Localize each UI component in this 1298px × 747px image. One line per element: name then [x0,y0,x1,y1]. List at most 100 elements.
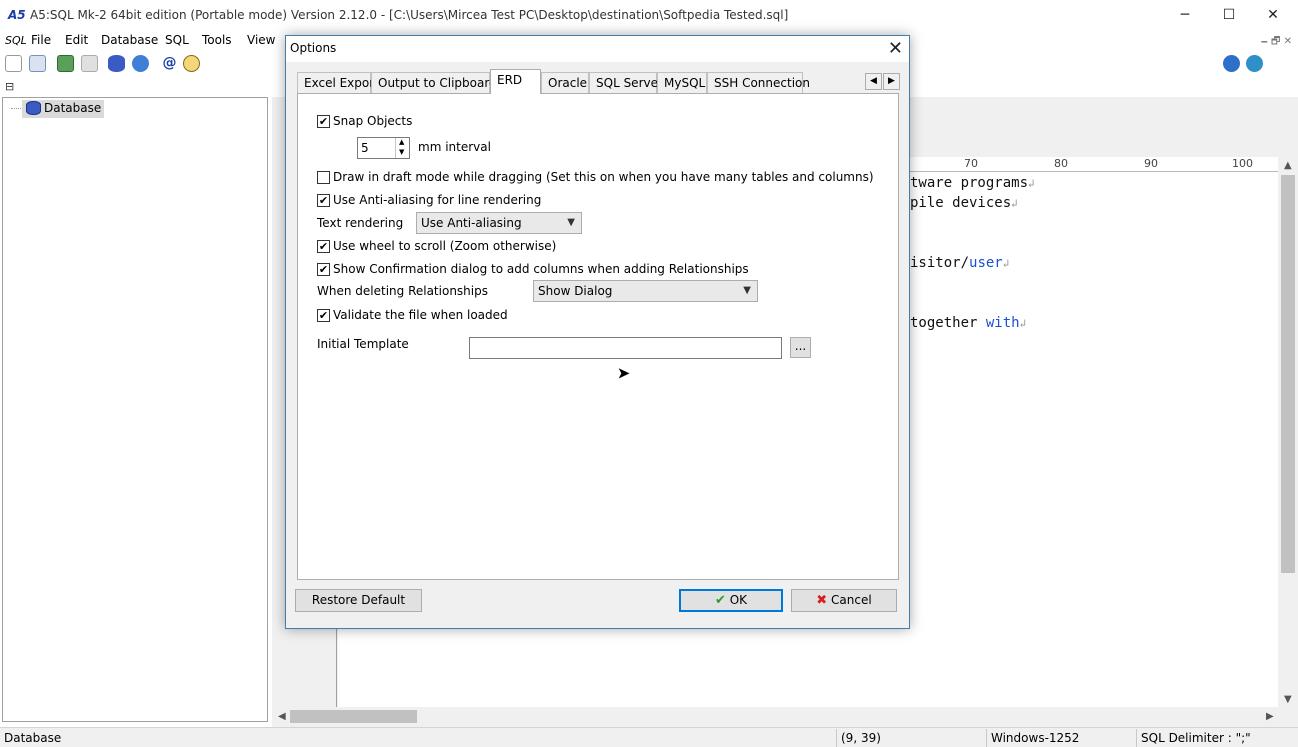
sql-logo: SQL [5,34,27,47]
ruler-label: 80 [1054,157,1068,170]
tab-scroll-left-icon[interactable]: ◀ [865,73,882,90]
ruler-label: 100 [1232,157,1253,170]
scroll-up-icon[interactable]: ▲ [1284,160,1292,171]
scroll-down-icon[interactable]: ▼ [1284,694,1292,705]
confirm-dialog-checkbox[interactable]: ✔ [317,263,330,276]
text-rendering-value: Use Anti-aliasing [421,216,522,230]
cancel-button[interactable]: ✖ Cancel [791,589,897,612]
database-icon [26,101,41,115]
tree-toggle-icon[interactable]: ⊟ [5,80,14,93]
menu-file[interactable]: File [31,33,51,47]
confirm-dialog-label: Show Confirmation dialog to add columns … [333,262,749,276]
interval-spinner[interactable]: 5 ▲ ▼ [357,137,410,159]
cancel-label: Cancel [831,593,872,607]
tab-ssh-connection[interactable]: SSH Connection [707,72,810,93]
snap-objects-checkbox[interactable]: ✔ [317,115,330,128]
status-cursor-position: (9, 39) [841,731,881,745]
status-context: Database [4,731,62,745]
code-line: tware programs↲ [910,175,1035,191]
menu-tools[interactable]: Tools [202,33,232,47]
ok-button[interactable]: ✔ OK [679,589,783,612]
wheel-scroll-checkbox[interactable]: ✔ [317,240,330,253]
tab-oracle[interactable]: Oracle [541,72,589,93]
database-tree-panel [2,97,268,722]
vertical-scroll-thumb[interactable] [1281,175,1295,573]
code-line: together with↲ [910,315,1027,331]
menu-view[interactable]: View [247,33,275,47]
horizontal-scrollbar[interactable] [273,707,1279,727]
status-divider [986,729,987,747]
check-icon: ✔ [318,263,329,276]
scroll-right-icon[interactable]: ▶ [1266,711,1274,722]
new-file-icon[interactable] [5,55,22,72]
clock-icon[interactable] [183,55,200,72]
chevron-down-icon: ▼ [743,285,751,296]
interval-unit-label: mm interval [418,140,491,154]
tab-output-to-clipboard[interactable]: Output to Clipboard [371,72,497,93]
web-globe-icon[interactable] [1246,55,1263,72]
check-icon: ✔ [318,309,329,322]
close-button[interactable]: ✕ [1250,0,1296,31]
status-divider [836,729,837,747]
ruler-label: 90 [1144,157,1158,170]
menu-sql[interactable]: SQL [165,33,189,47]
text-rendering-label: Text rendering [317,216,404,230]
validate-file-checkbox[interactable]: ✔ [317,309,330,322]
draft-mode-checkbox[interactable] [317,171,330,184]
help-icon[interactable] [1223,55,1240,72]
horizontal-scroll-thumb[interactable] [290,710,417,723]
menu-database[interactable]: Database [101,33,158,47]
restore-default-button[interactable]: Restore Default [295,589,422,612]
delete-relationships-label: When deleting Relationships [317,284,488,298]
ok-label: OK [729,593,748,607]
dialog-close-button[interactable]: ✕ [888,38,903,59]
validate-file-label: Validate the file when loaded [333,308,508,322]
tab-erd[interactable]: ERD [490,69,541,94]
open-file-icon[interactable] [29,55,46,72]
code-line: isitor/user↲ [910,255,1010,271]
status-sql-delimiter: SQL Delimiter : ";" [1141,731,1251,745]
delete-relationships-value: Show Dialog [538,284,613,298]
status-encoding: Windows-1252 [991,731,1080,745]
minimize-button[interactable]: ─ [1162,0,1208,31]
dialog-title: Options [290,41,337,55]
snap-objects-label: Snap Objects [333,114,413,128]
mouse-pointer-icon: ➤ [616,363,632,385]
menu-edit[interactable]: Edit [65,33,88,47]
tab-scroll-right-icon[interactable]: ▶ [883,73,900,90]
tab-mysql[interactable]: MySQL [657,72,707,93]
tab-excel-export[interactable]: Excel Export [297,72,379,93]
status-divider [1136,729,1137,747]
code-line: pile devices↲ [910,195,1018,211]
browse-template-button[interactable]: ... [790,337,811,358]
database-icon[interactable] [108,55,125,72]
wheel-scroll-label: Use wheel to scroll (Zoom otherwise) [333,239,557,253]
spinner-buttons[interactable]: ▲ ▼ [395,138,409,158]
check-icon: ✔ [318,194,329,207]
settings-gear-icon[interactable] [132,55,149,72]
interval-value: 5 [361,141,369,155]
initial-template-input[interactable] [469,337,782,359]
anti-aliasing-lines-checkbox[interactable]: ✔ [317,194,330,207]
at-sign-icon[interactable]: @ [161,55,178,72]
options-dialog: Options ✕ Excel Export Output to Clipboa… [285,35,910,629]
check-icon: ✔ [318,240,329,253]
window-title: A5:SQL Mk-2 64bit edition (Portable mode… [30,8,789,22]
spinner-down-icon[interactable]: ▼ [399,148,404,156]
text-rendering-select[interactable]: Use Anti-aliasing ▼ [416,212,582,234]
initial-template-label: Initial Template [317,337,409,351]
app-logo-icon: A5 [8,8,26,22]
tab-sql-server[interactable]: SQL Server [589,72,663,93]
disconnect-db-icon[interactable] [81,55,98,72]
scroll-left-icon[interactable]: ◀ [278,711,286,722]
maximize-button[interactable]: ☐ [1206,0,1252,31]
anti-aliasing-lines-label: Use Anti-aliasing for line rendering [333,193,542,207]
delete-relationships-select[interactable]: Show Dialog ▼ [533,280,758,302]
checkmark-icon: ✔ [714,593,726,608]
dialog-title-bar: Options ✕ [286,36,909,62]
spinner-up-icon[interactable]: ▲ [399,138,404,146]
connect-db-icon[interactable] [57,55,74,72]
check-icon: ✔ [318,115,329,128]
mdi-window-buttons[interactable]: 🗕 🗗 ✕ [1261,34,1292,51]
tab-scroll-buttons: ◀ ▶ [865,73,900,90]
